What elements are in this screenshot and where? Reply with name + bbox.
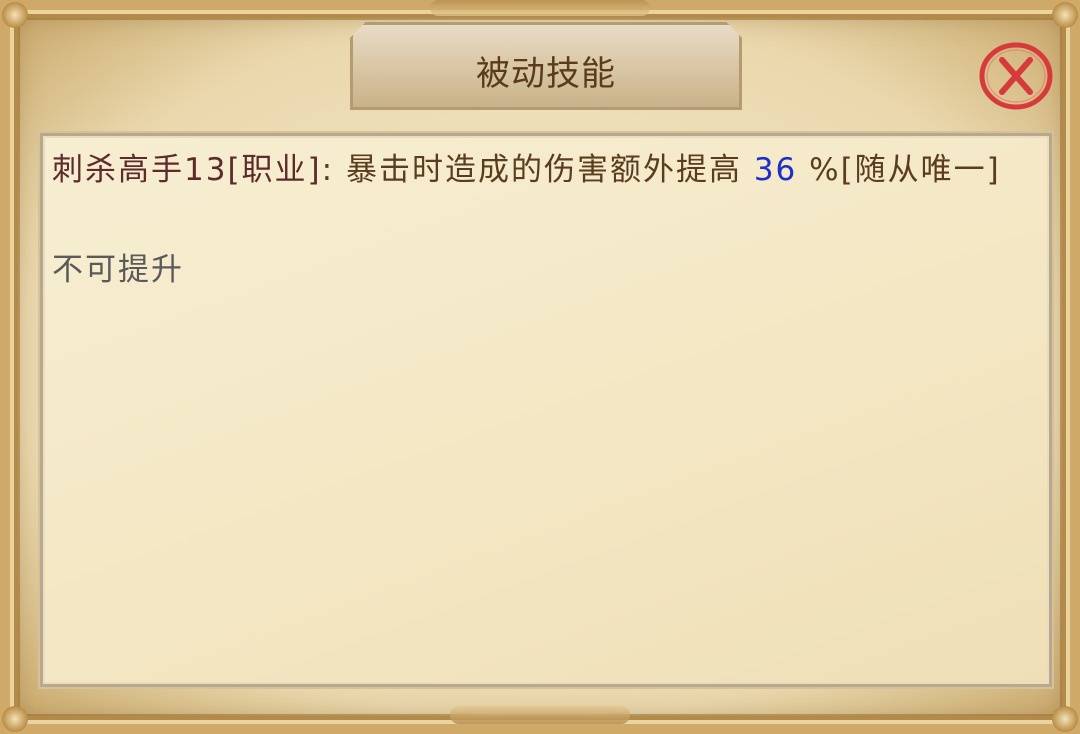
- skill-description: 刺杀高手13[职业]: 暴击时造成的伤害额外提高 36 %[随从唯一]: [52, 146, 1042, 195]
- frame-corner-ornament: [1052, 706, 1078, 732]
- skill-panel: [40, 133, 1052, 687]
- skill-name: 刺杀高手13[职业]: [52, 152, 322, 188]
- frame-ornament-bottom: [450, 706, 630, 724]
- skill-value: 36: [753, 152, 798, 188]
- frame-corner-ornament: [2, 706, 28, 732]
- skill-separator: :: [321, 152, 335, 188]
- frame-corner-ornament: [2, 2, 28, 28]
- dialog-title: 被动技能: [476, 53, 616, 94]
- close-button[interactable]: [976, 40, 1056, 112]
- frame-corner-ornament: [1052, 2, 1078, 28]
- title-banner: 被动技能: [350, 22, 742, 110]
- skill-effect-suffix: %[随从唯一]: [797, 152, 1001, 188]
- skill-upgrade-note: 不可提升: [52, 252, 184, 288]
- frame-ornament-top: [430, 0, 650, 16]
- skill-effect-text: 暴击时造成的伤害额外提高: [334, 152, 754, 188]
- close-x-icon: [979, 42, 1053, 110]
